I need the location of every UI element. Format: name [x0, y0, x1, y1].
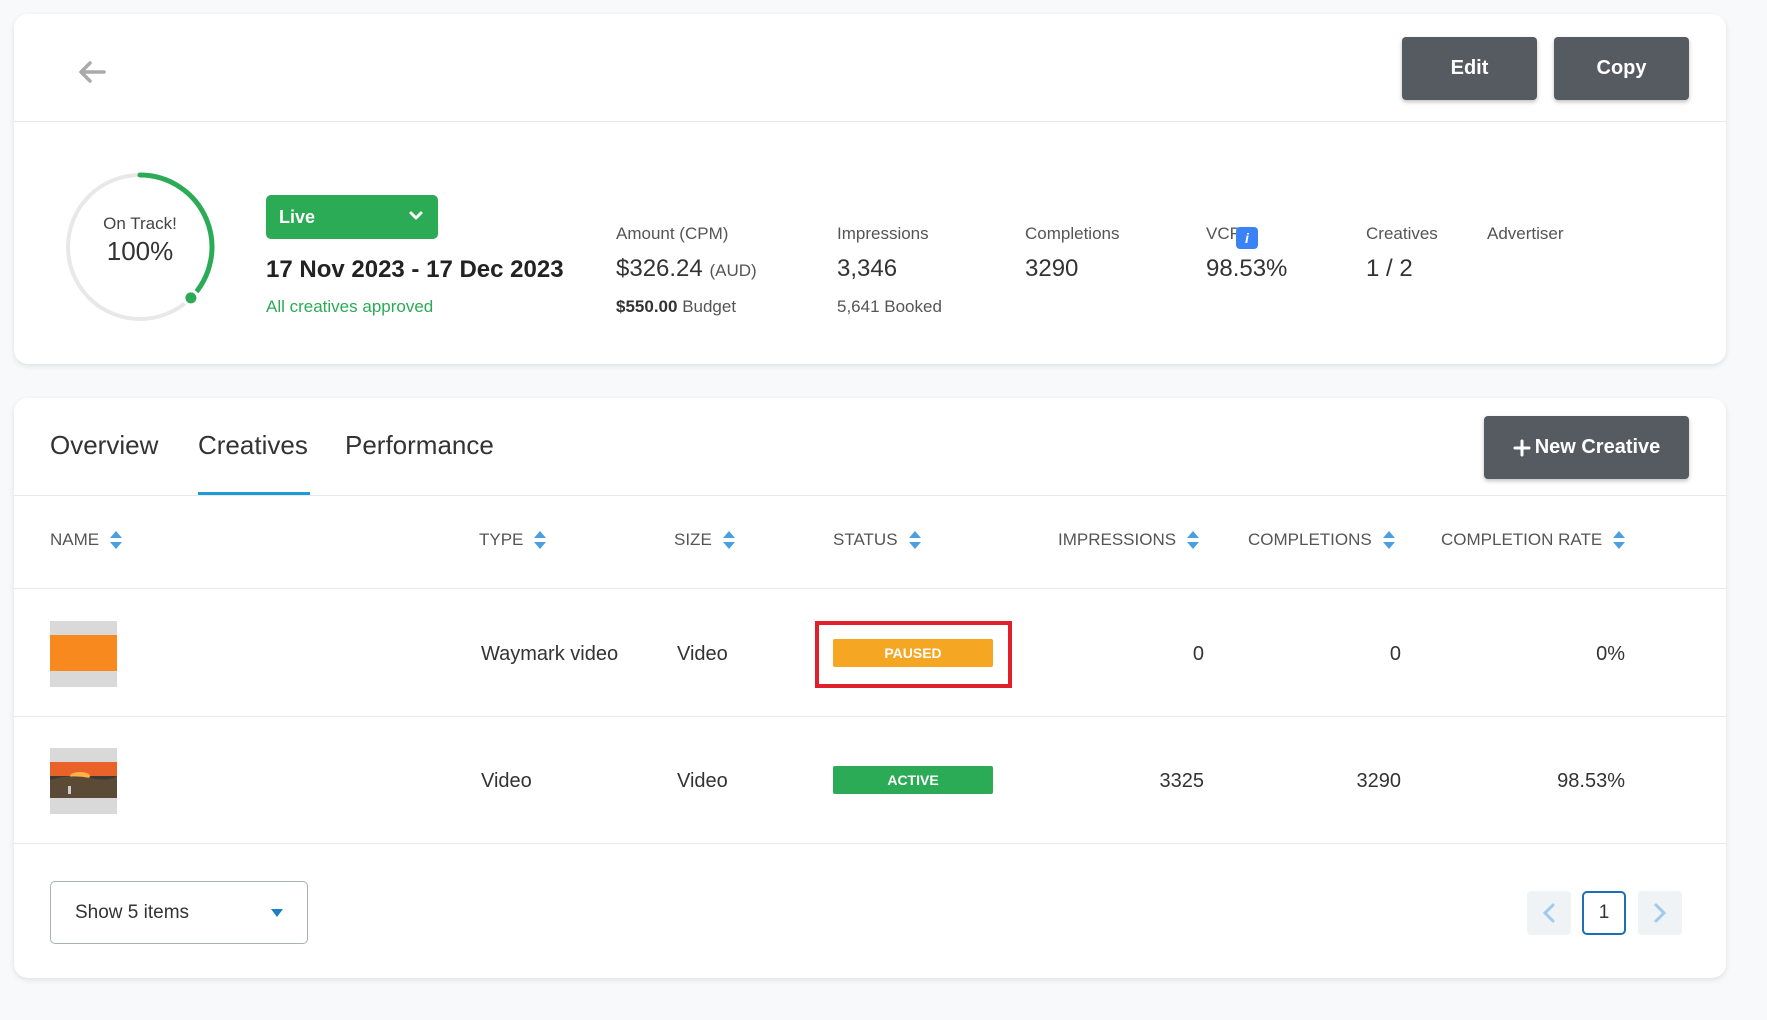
completion-rate-cell: 98.53%: [1557, 770, 1625, 792]
amount-number: $326.24: [616, 255, 703, 282]
impressions-cell: 3325: [1159, 770, 1205, 792]
creative-type: Video: [677, 770, 728, 792]
creatives-card: Overview Creatives Performance New Creat…: [14, 398, 1726, 978]
budget-value: $550.00: [616, 297, 678, 316]
status-badge[interactable]: PAUSED: [833, 639, 993, 667]
column-header-label: STATUS: [833, 530, 898, 549]
creative-thumbnail[interactable]: [50, 621, 117, 687]
plus-icon: [1513, 439, 1531, 456]
creatives-value: 1 / 2: [1366, 255, 1413, 282]
divider: [14, 716, 1726, 717]
impressions-cell: 0: [1192, 643, 1204, 665]
sort-icon: [1187, 531, 1200, 549]
sort-icon: [110, 531, 123, 549]
date-range: 17 Nov 2023 - 17 Dec 2023: [266, 256, 564, 283]
page-size-label: Show 5 items: [75, 901, 190, 923]
chevron-left-icon: [1542, 903, 1555, 923]
progress-label: On Track!: [103, 214, 177, 233]
progress-text: On Track! 100%: [50, 214, 230, 267]
column-header-label: COMPLETION RATE: [1441, 530, 1603, 549]
amount-value: $326.24 (AUD): [616, 255, 757, 283]
divider: [14, 843, 1726, 844]
active-tab-indicator: [198, 492, 310, 495]
column-header-size[interactable]: SIZE: [674, 530, 736, 550]
sort-icon: [908, 531, 921, 549]
creative-name[interactable]: Waymark video: [481, 643, 618, 666]
card-header: Edit Copy: [14, 14, 1726, 122]
column-header-label: SIZE: [674, 530, 712, 549]
tab-creatives[interactable]: Creatives: [198, 430, 308, 461]
chevron-down-icon: [409, 211, 423, 220]
column-header-completions[interactable]: COMPLETIONS: [1248, 530, 1396, 550]
creatives-label: Creatives: [1366, 224, 1438, 243]
back-arrow-icon[interactable]: [74, 58, 110, 86]
column-header-label: IMPRESSIONS: [1058, 530, 1177, 549]
progress-value: 100%: [106, 236, 174, 266]
previous-page-button[interactable]: [1527, 891, 1571, 935]
creative-name[interactable]: Video: [481, 770, 532, 793]
sort-icon: [722, 531, 735, 549]
info-icon[interactable]: i: [1236, 227, 1258, 249]
column-header-label: NAME: [50, 530, 100, 549]
column-header-completion-rate[interactable]: COMPLETION RATE: [1441, 530, 1626, 550]
sort-icon: [534, 531, 547, 549]
divider: [14, 588, 1726, 589]
new-creative-button[interactable]: New Creative: [1484, 416, 1689, 479]
page-number-button[interactable]: 1: [1582, 891, 1626, 935]
column-header-name[interactable]: NAME: [50, 530, 123, 550]
completions-value: 3290: [1025, 255, 1079, 282]
budget-label: Budget: [682, 297, 737, 316]
status-dropdown-label: Live: [279, 206, 316, 227]
creative-thumbnail[interactable]: [50, 748, 117, 814]
sort-icon: [1382, 531, 1395, 549]
amount-unit: (AUD): [709, 261, 757, 280]
next-page-button[interactable]: [1638, 891, 1682, 935]
status-badge[interactable]: ACTIVE: [833, 766, 993, 794]
caret-down-icon: [271, 909, 283, 917]
column-header-label: COMPLETIONS: [1248, 530, 1372, 549]
thumbnail-image: [50, 762, 117, 798]
column-header-impressions[interactable]: IMPRESSIONS: [1058, 530, 1200, 550]
budget: $550.00 Budget: [616, 297, 736, 317]
edit-button[interactable]: Edit: [1402, 37, 1537, 100]
vcr-value: 98.53%: [1206, 255, 1288, 282]
column-header-type[interactable]: TYPE: [479, 530, 547, 550]
amount-label: Amount (CPM): [616, 224, 729, 243]
column-header-status[interactable]: STATUS: [833, 530, 922, 550]
completion-rate-cell: 0%: [1596, 643, 1625, 665]
completions-label: Completions: [1025, 224, 1120, 243]
advertiser-label: Advertiser: [1487, 224, 1564, 243]
completions-cell: 0: [1389, 643, 1401, 665]
chevron-right-icon: [1654, 903, 1667, 923]
thumbnail-image: [50, 635, 117, 671]
impressions-value: 3,346: [837, 255, 898, 282]
column-header-label: TYPE: [479, 530, 524, 549]
status-dropdown[interactable]: Live: [266, 195, 438, 239]
approval-status: All creatives approved: [266, 297, 434, 316]
tab-overview[interactable]: Overview: [50, 430, 158, 461]
tab-performance[interactable]: Performance: [345, 430, 494, 461]
new-creative-label: New Creative: [1534, 436, 1661, 458]
impressions-booked: 5,641 Booked: [837, 297, 942, 316]
tab-bar: Overview Creatives Performance New Creat…: [14, 398, 1726, 496]
completions-cell: 3290: [1356, 770, 1402, 792]
copy-button[interactable]: Copy: [1554, 37, 1689, 100]
sort-icon: [1613, 531, 1626, 549]
impressions-label: Impressions: [837, 224, 929, 243]
creative-type: Video: [677, 643, 728, 665]
page-size-select[interactable]: Show 5 items: [50, 881, 308, 944]
campaign-summary-card: Edit Copy On Track! 100% Live 17 Nov 202…: [14, 14, 1726, 364]
